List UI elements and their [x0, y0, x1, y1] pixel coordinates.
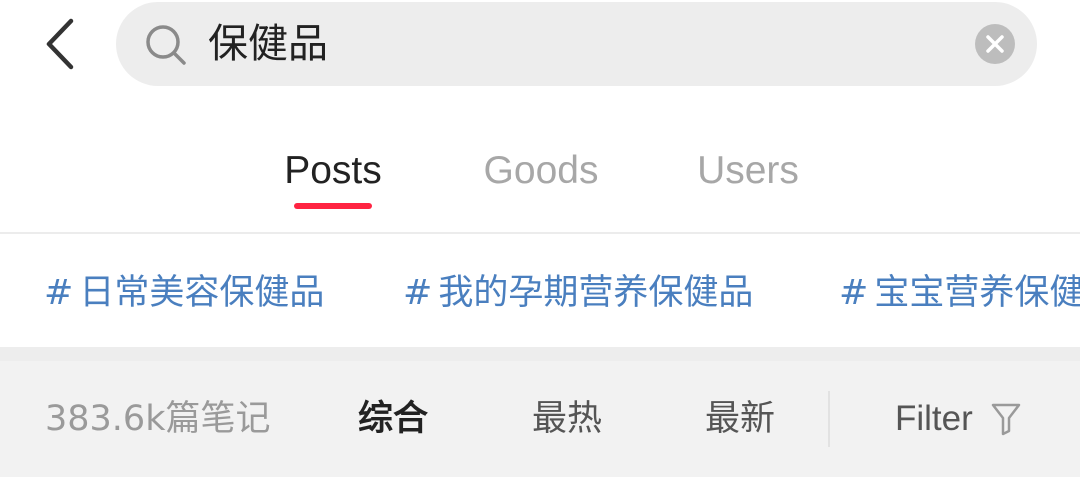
search-input[interactable]: 保健品 — [116, 2, 1037, 86]
sort-comprehensive[interactable]: 综合 — [358, 393, 428, 445]
hashtag-icon: # — [839, 273, 869, 313]
tab-users[interactable]: Users — [680, 143, 816, 199]
sort-newest[interactable]: 最新 — [705, 393, 775, 445]
tab-goods[interactable]: Goods — [465, 143, 617, 199]
topic-tag-label: 宝宝营养保健品 — [874, 273, 1080, 313]
tab-posts[interactable]: Posts — [262, 143, 404, 199]
filter-button[interactable]: Filter — [895, 393, 1021, 445]
active-tab-indicator — [294, 203, 372, 209]
topic-tag-label: 我的孕期营养保健品 — [438, 273, 754, 313]
bottom-edge — [0, 477, 1080, 487]
hashtag-icon: # — [403, 273, 433, 313]
hashtag-icon: # — [44, 273, 74, 313]
funnel-icon — [991, 403, 1021, 436]
topic-tags: #日常美容保健品 #我的孕期营养保健品 #宝宝营养保健品 — [0, 234, 1080, 347]
post-count: 383.6k篇笔记 — [45, 399, 271, 439]
filter-label: Filter — [895, 399, 973, 438]
search-header: 保健品 — [0, 0, 1080, 105]
sort-divider — [828, 391, 830, 447]
topic-tag-label: 日常美容保健品 — [79, 273, 325, 313]
topic-tag[interactable]: # 日常美容保健品 — [44, 268, 324, 318]
back-button[interactable] — [30, 14, 90, 74]
clear-icon[interactable] — [975, 24, 1015, 64]
section-gap — [0, 347, 1080, 361]
search-icon — [146, 25, 186, 65]
topic-tag[interactable]: #宝宝营养保健品 — [839, 268, 1080, 318]
topic-tag[interactable]: # 我的孕期营养保健品 — [403, 268, 753, 318]
chevron-left-icon — [46, 18, 74, 70]
sort-hottest[interactable]: 最热 — [532, 393, 602, 445]
search-query-text: 保健品 — [208, 21, 328, 67]
result-tabs: Posts Goods Users — [0, 105, 1080, 232]
sort-bar: 383.6k篇笔记 综合 最热 最新 Filter — [0, 361, 1080, 477]
